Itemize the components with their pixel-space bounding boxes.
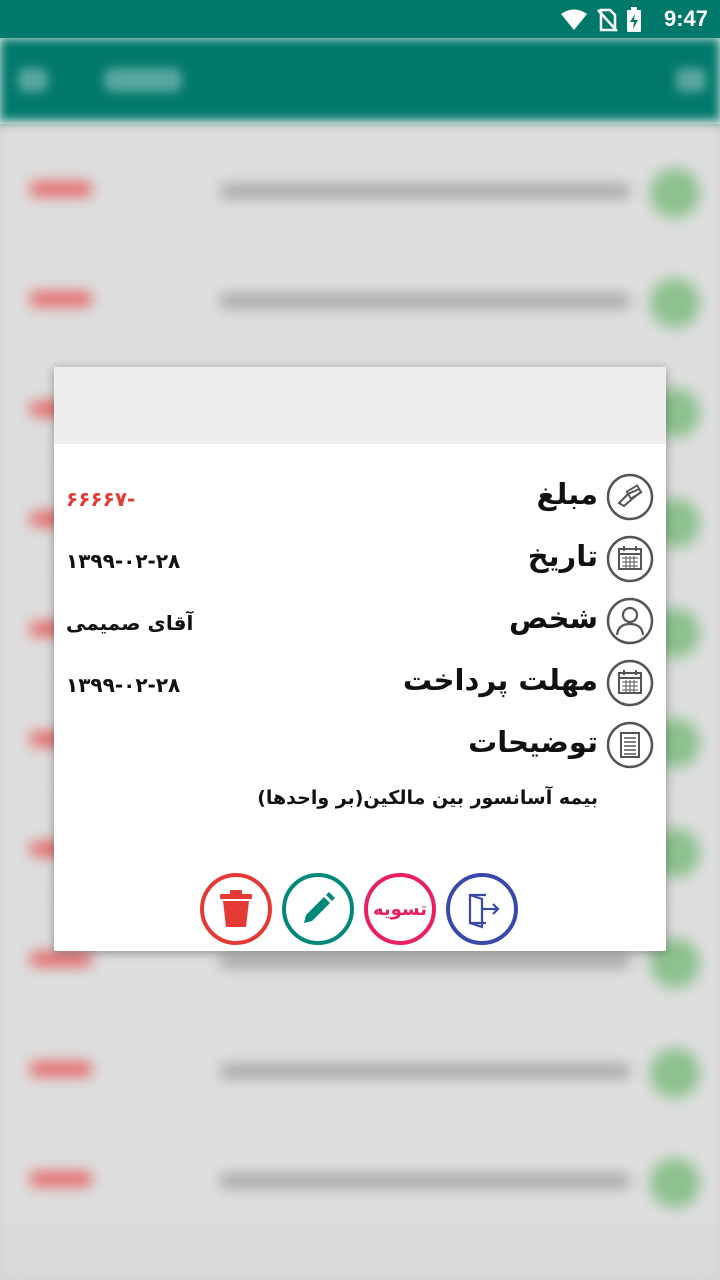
amount-value: -۶۶۶۶۷ xyxy=(66,487,136,511)
due-date-value: ۱۳۹۹-۰۲-۲۸ xyxy=(66,673,181,697)
person-icon xyxy=(606,597,654,645)
notes-row: توضیحات xyxy=(54,717,666,775)
money-hand-icon xyxy=(606,473,654,521)
exit-icon xyxy=(468,893,500,929)
pencil-icon xyxy=(304,892,335,923)
notes-icon xyxy=(606,721,654,769)
status-time: 9:47 xyxy=(663,6,708,31)
due-date-label: مهلت پرداخت xyxy=(402,663,598,697)
date-row: تاریخ ۱۳۹۹-۰۲-۲۸ xyxy=(54,531,666,589)
amount-row: مبلغ -۶۶۶۶۷ xyxy=(54,469,666,527)
battery-charging-icon xyxy=(627,7,641,32)
status-bar: 9:47 xyxy=(0,0,720,38)
no-sim-icon xyxy=(597,8,618,32)
action-buttons: تسویه xyxy=(200,873,520,947)
app-bar xyxy=(0,38,720,124)
settle-label: تسویه xyxy=(372,898,428,920)
calendar-icon xyxy=(606,535,654,583)
delete-button[interactable] xyxy=(200,873,272,945)
wifi-icon xyxy=(561,9,587,30)
amount-label: مبلغ xyxy=(536,477,598,511)
transaction-details-dialog: مبلغ -۶۶۶۶۷ تاریخ ۱۳۹۹-۰۲-۲۸ شخص آقای صم… xyxy=(54,367,666,951)
dialog-header xyxy=(54,367,666,444)
date-label: تاریخ xyxy=(527,539,598,573)
exit-button[interactable] xyxy=(446,873,518,945)
edit-button[interactable] xyxy=(282,873,354,945)
calendar-icon xyxy=(606,659,654,707)
status-icons xyxy=(560,7,642,33)
date-value: ۱۳۹۹-۰۲-۲۸ xyxy=(66,549,181,573)
trash-icon xyxy=(220,890,252,927)
settle-button[interactable]: تسویه xyxy=(364,873,436,945)
due-date-row: مهلت پرداخت ۱۳۹۹-۰۲-۲۸ xyxy=(54,655,666,713)
description-text: بیمه آسانسور بین مالکین(بر واحدها) xyxy=(257,787,598,809)
notes-label: توضیحات xyxy=(468,725,598,759)
person-row: شخص آقای صمیمی xyxy=(54,593,666,651)
person-value: آقای صمیمی xyxy=(66,611,194,635)
person-label: شخص xyxy=(509,601,598,635)
